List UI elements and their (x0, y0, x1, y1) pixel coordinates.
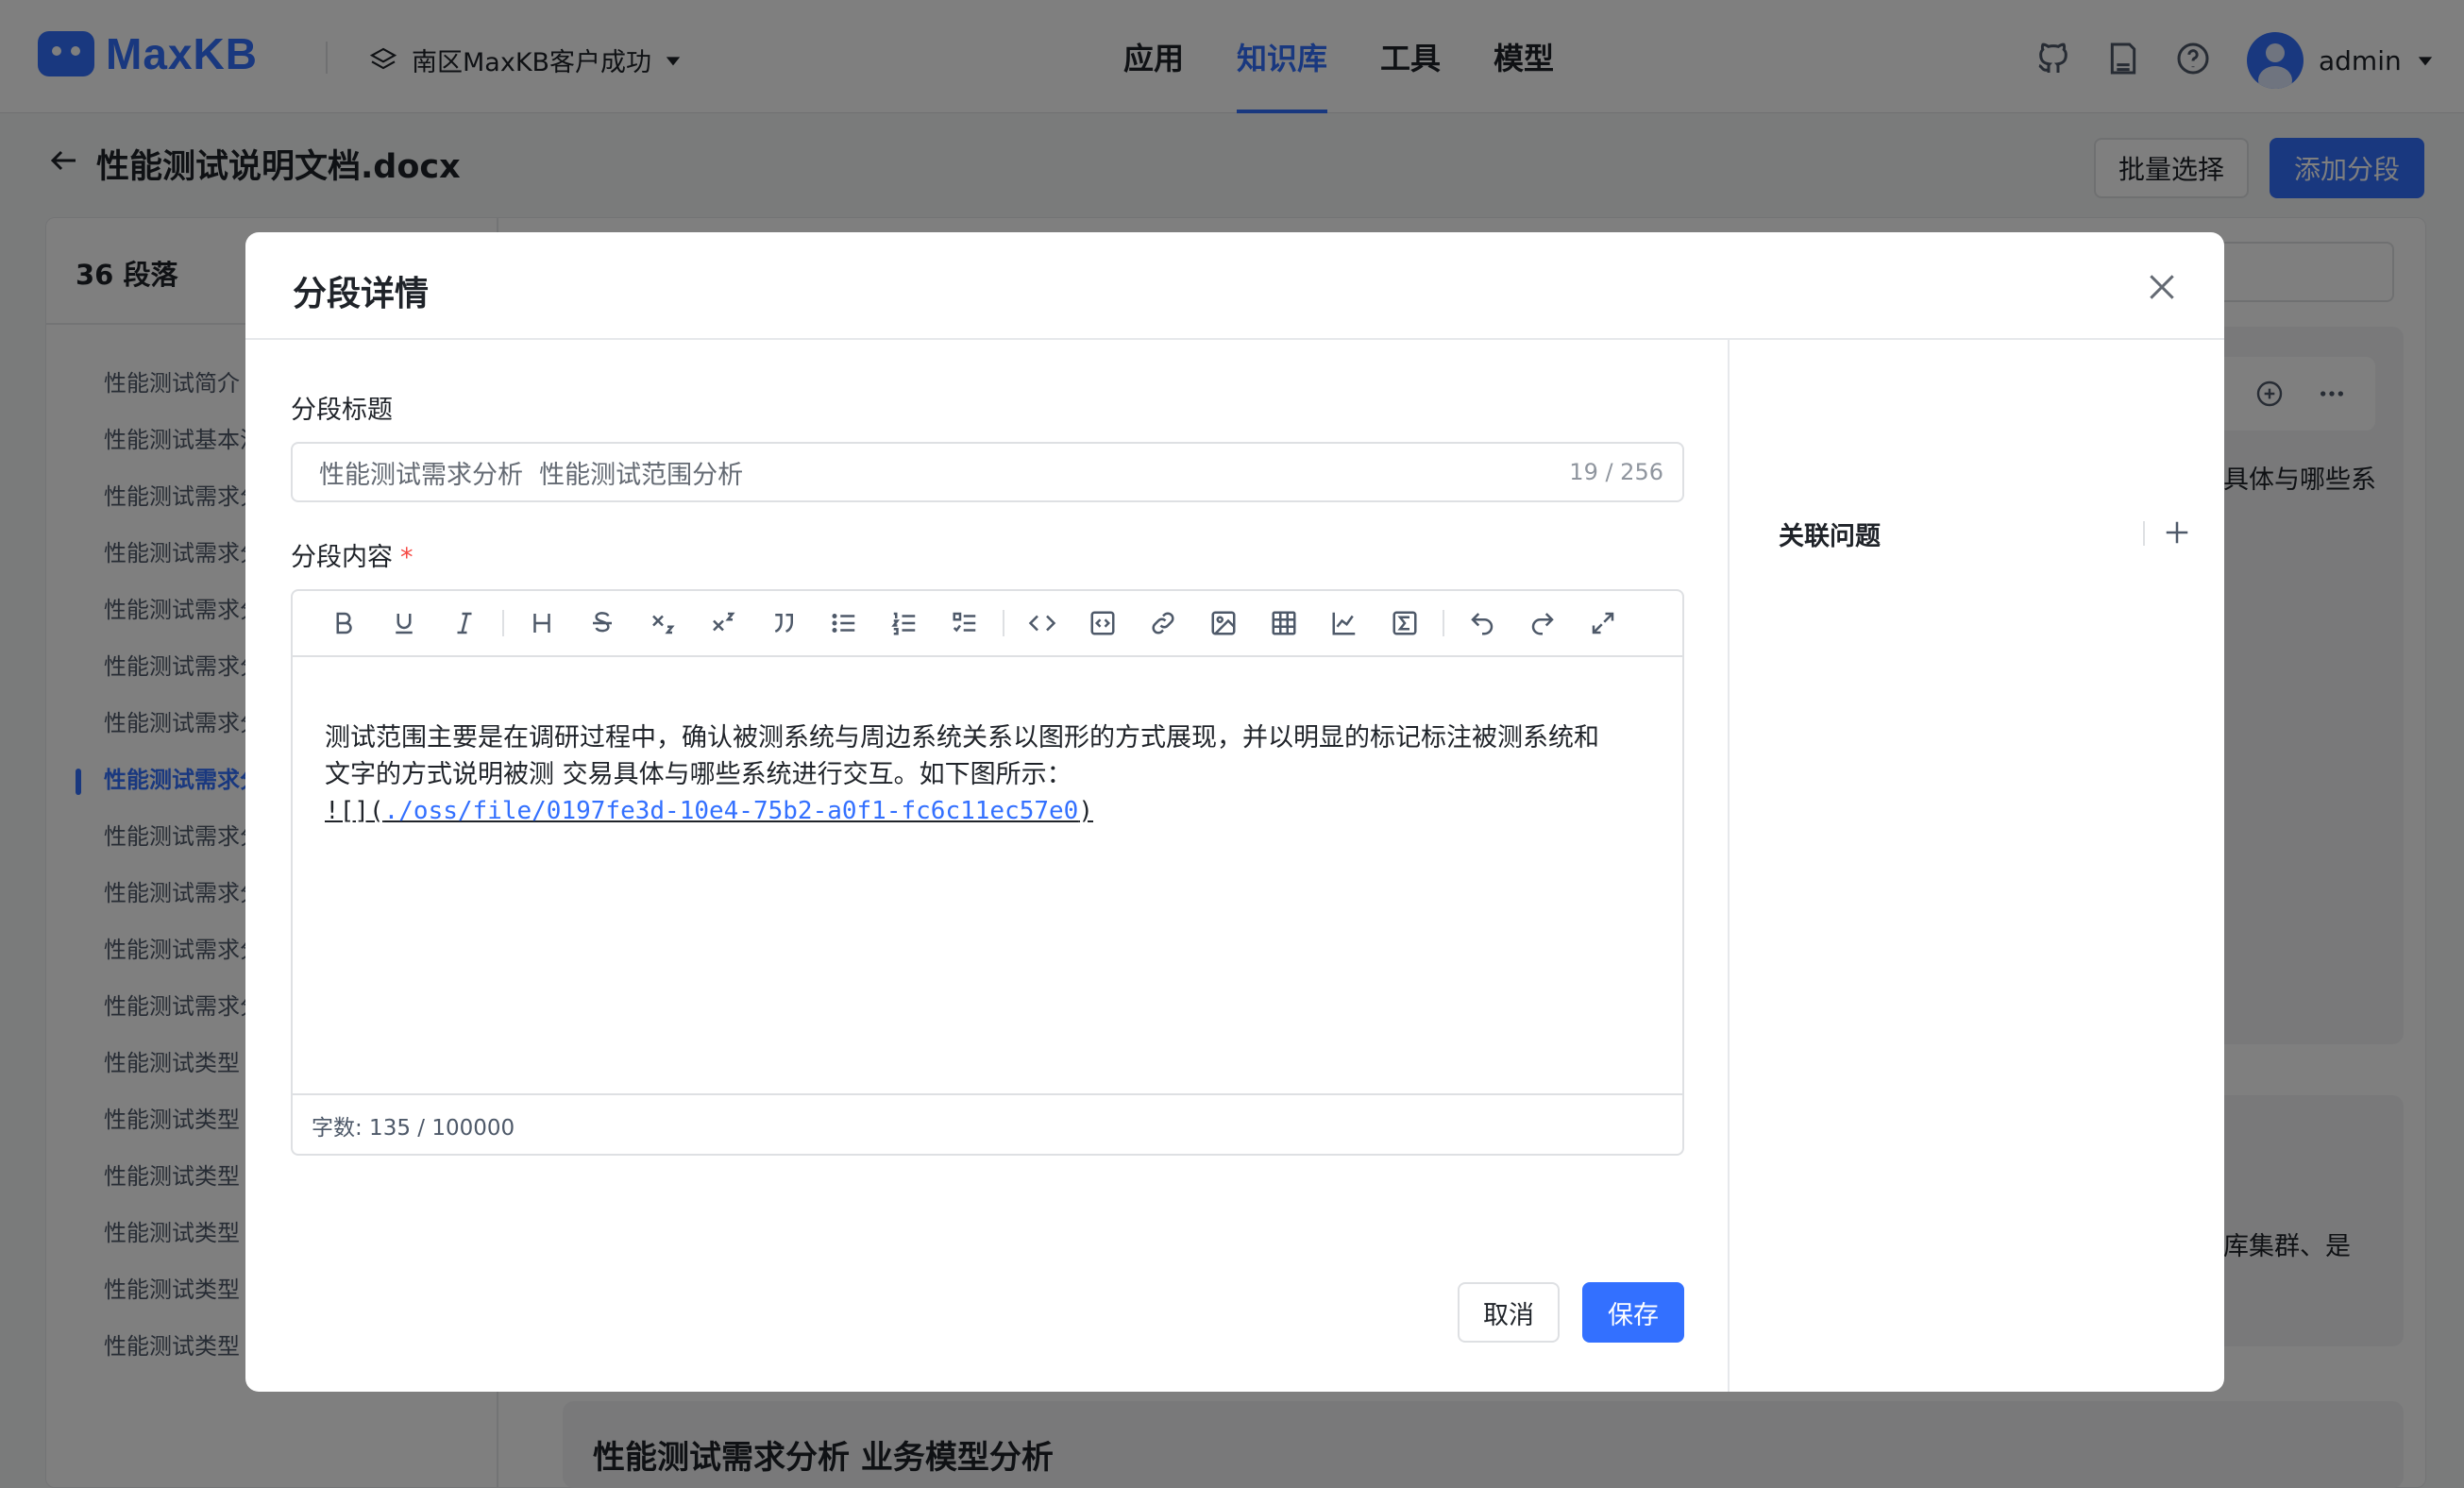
bullet-list-icon (832, 614, 855, 633)
superscript-icon (713, 612, 735, 632)
formula-icon (1392, 611, 1417, 635)
plus-icon (2166, 521, 2188, 544)
undo-button[interactable] (1452, 597, 1512, 650)
segment-content-label-text: 分段内容 (291, 543, 393, 572)
editor-toolbar (293, 591, 1682, 657)
toolbar-divider (1003, 610, 1004, 636)
cancel-button[interactable]: 取消 (1458, 1282, 1560, 1343)
ordered-list-icon (891, 612, 916, 635)
undo-icon (1471, 613, 1494, 635)
segment-title-label: 分段标题 (291, 396, 393, 425)
bold-icon (336, 612, 352, 634)
quote-icon (774, 614, 793, 633)
table-button[interactable] (1254, 597, 1314, 650)
add-question-button[interactable] (2158, 514, 2196, 551)
content-line: 测试范围主要是在调研过程中，确认被测系统与周边系统关系以图形的方式展现，并以明显… (325, 723, 1599, 752)
link-button[interactable] (1133, 597, 1193, 650)
save-button[interactable]: 保存 (1582, 1282, 1684, 1343)
link-icon (1152, 612, 1174, 634)
toolbar-divider (502, 610, 504, 636)
fullscreen-button[interactable] (1573, 597, 1633, 650)
code-block-button[interactable] (1072, 597, 1133, 650)
title-char-counter: 19 / 256 (1569, 459, 1663, 485)
subscript-icon (652, 615, 675, 634)
related-questions-panel (1731, 340, 2224, 1392)
segment-detail-dialog: 分段详情 分段标题 19 / 256 分段内容* (245, 232, 2224, 1392)
redo-button[interactable] (1512, 597, 1573, 650)
word-count: 字数: 135 / 100000 (293, 1093, 1682, 1154)
content-line: 文字的方式说明被测 交易具体与哪些系统进行交互。如下图所示： (325, 760, 1072, 789)
code-icon (1028, 615, 1056, 632)
underline-icon (396, 614, 413, 634)
markdown-editor[interactable]: 测试范围主要是在调研过程中，确认被测系统与周边系统关系以图形的方式展现，并以明显… (291, 589, 1684, 1156)
superscript-button[interactable] (693, 597, 753, 650)
editor-content[interactable]: 测试范围主要是在调研过程中，确认被测系统与周边系统关系以图形的方式展现，并以明显… (325, 719, 1656, 830)
code-button[interactable] (1012, 597, 1072, 650)
divider (2143, 521, 2145, 546)
dialog-header: 分段详情 (245, 232, 2224, 340)
subscript-button[interactable] (633, 597, 693, 650)
segment-title-field[interactable]: 19 / 256 (291, 442, 1684, 502)
quote-button[interactable] (753, 597, 814, 650)
bullet-list-button[interactable] (814, 597, 874, 650)
italic-button[interactable] (434, 597, 495, 650)
toolbar-divider (1443, 610, 1444, 636)
underline-button[interactable] (374, 597, 434, 650)
image-button[interactable] (1193, 597, 1254, 650)
code-block-icon (1090, 611, 1115, 635)
image-markdown-prefix: ![]( (325, 797, 384, 825)
image-markdown-suffix: ) (1078, 797, 1093, 825)
chart-icon (1332, 612, 1356, 635)
chart-button[interactable] (1314, 597, 1375, 650)
ordered-list-button[interactable] (874, 597, 935, 650)
image-markdown: ![](./oss/file/0197fe3d-10e4-75b2-a0f1-f… (325, 793, 1656, 830)
task-list-button[interactable] (935, 597, 995, 650)
segment-content-label: 分段内容 * (291, 536, 413, 573)
segment-title-input[interactable] (319, 451, 1527, 493)
required-mark: * (400, 543, 413, 572)
related-questions-title: 关联问题 (1779, 522, 1881, 551)
task-list-icon (953, 612, 976, 633)
image-link[interactable]: ./oss/file/0197fe3d-10e4-75b2-a0f1-fc6c1… (384, 797, 1079, 825)
image-icon (1211, 611, 1236, 635)
strikethrough-button[interactable] (572, 597, 633, 650)
bold-button[interactable] (313, 597, 374, 650)
formula-button[interactable] (1375, 597, 1435, 650)
heading-button[interactable] (512, 597, 572, 650)
close-icon[interactable] (2143, 268, 2181, 306)
table-icon (1272, 611, 1296, 635)
heading-icon (533, 614, 550, 633)
fullscreen-icon (1592, 612, 1614, 634)
strikethrough-icon (593, 612, 612, 633)
redo-icon (1531, 613, 1554, 635)
dialog-title: 分段详情 (293, 275, 430, 313)
italic-icon (457, 612, 472, 634)
